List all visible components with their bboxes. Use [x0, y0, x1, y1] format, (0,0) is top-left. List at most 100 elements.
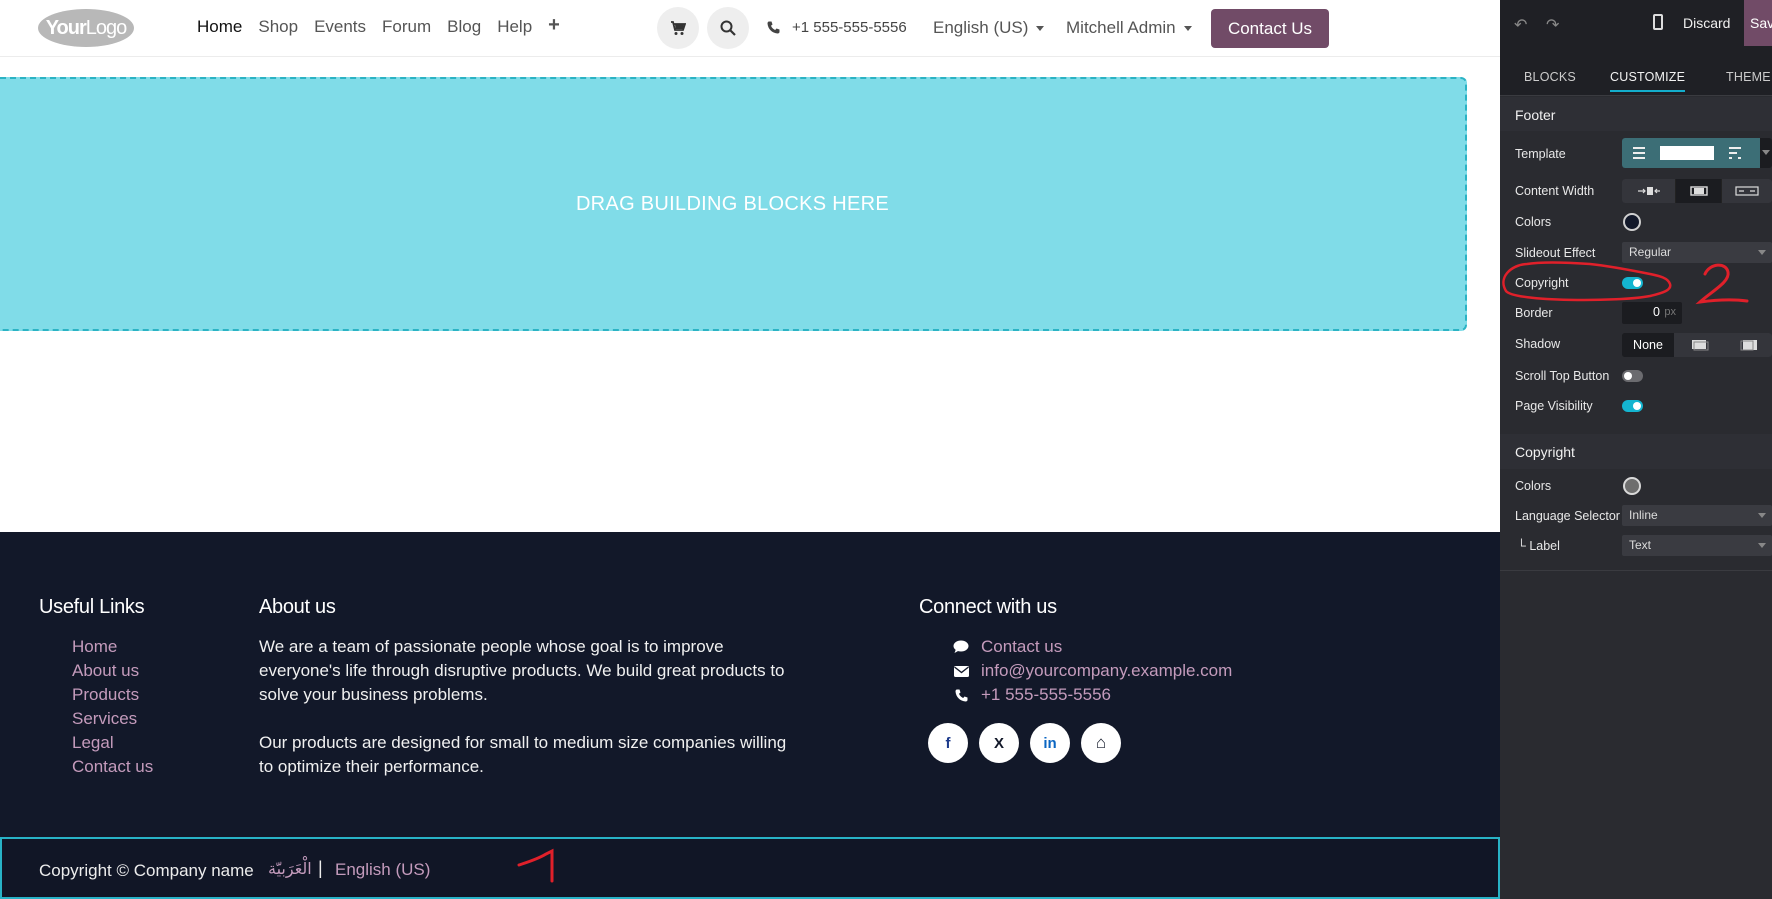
chevron-down-icon — [1758, 513, 1766, 518]
language-dropdown[interactable]: English (US) — [933, 18, 1045, 38]
about-title: About us — [259, 596, 336, 618]
header-phone[interactable]: +1 555-555-5556 — [767, 19, 907, 36]
label-option-select[interactable]: Text — [1622, 535, 1772, 556]
logo-rest: Logo — [85, 16, 127, 39]
discard-button[interactable]: Discard — [1683, 15, 1730, 31]
facebook-icon[interactable]: f — [928, 723, 968, 763]
scroll-top-toggle[interactable] — [1622, 370, 1643, 382]
language-selector-select[interactable]: Inline — [1622, 505, 1772, 526]
footer-link-products[interactable]: Products — [72, 683, 153, 707]
nav-blog[interactable]: Blog — [447, 17, 481, 37]
scroll-top-label: Scroll Top Button — [1515, 369, 1610, 383]
shadow-small-option[interactable] — [1674, 333, 1726, 357]
page-visibility-label: Page Visibility — [1515, 399, 1593, 413]
nav-shop[interactable]: Shop — [258, 17, 298, 37]
chevron-down-icon[interactable] — [1762, 150, 1770, 155]
useful-links-title: Useful Links — [39, 596, 145, 618]
width-full-option[interactable] — [1722, 179, 1772, 203]
connect-email-link[interactable]: info@yourcompany.example.com — [981, 659, 1232, 683]
chevron-down-icon — [1758, 543, 1766, 548]
shadow-selector[interactable]: None — [1622, 333, 1772, 357]
language-english-link[interactable]: English (US) — [335, 860, 430, 880]
chevron-down-icon — [1183, 26, 1192, 32]
chat-icon — [953, 640, 969, 654]
tab-customize[interactable]: CUSTOMIZE — [1610, 70, 1686, 92]
social-links: f X in ⌂ — [919, 723, 1232, 763]
connect-phone-link[interactable]: +1 555-555-5556 — [981, 683, 1111, 707]
copyright-bar[interactable]: Copyright © Company name الْعَرَبيّة | E… — [0, 837, 1500, 899]
slideout-effect-select[interactable]: Regular — [1622, 242, 1772, 263]
panel-empty-area — [1500, 570, 1772, 899]
tab-blocks[interactable]: BLOCKS — [1524, 70, 1576, 84]
content-width-label: Content Width — [1515, 184, 1595, 198]
footer-link-contact[interactable]: Contact us — [72, 755, 153, 779]
full-width-icon — [1735, 186, 1759, 196]
template-selector[interactable] — [1622, 138, 1772, 168]
slideout-effect-value: Regular — [1629, 245, 1672, 259]
redo-icon[interactable]: ↷ — [1546, 15, 1559, 35]
cart-button[interactable] — [657, 7, 699, 49]
chevron-down-icon — [1758, 250, 1766, 255]
page-visibility-toggle[interactable] — [1622, 400, 1643, 412]
nav-forum[interactable]: Forum — [382, 17, 431, 37]
copyright-toggle[interactable] — [1622, 277, 1643, 289]
border-width-input[interactable]: 0 px — [1622, 302, 1682, 324]
footer-colors-label: Colors — [1515, 215, 1552, 229]
search-button[interactable] — [707, 7, 749, 49]
nav-events[interactable]: Events — [314, 17, 366, 37]
nav-home[interactable]: Home — [197, 17, 242, 37]
phone-icon — [767, 21, 780, 34]
tab-theme[interactable]: THEME — [1726, 70, 1771, 84]
user-menu[interactable]: Mitchell Admin — [1066, 18, 1192, 38]
connect-email-row[interactable]: info@yourcompany.example.com — [919, 659, 1232, 683]
drop-zone[interactable]: DRAG BUILDING BLOCKS HERE — [0, 77, 1467, 331]
undo-icon[interactable]: ↶ — [1514, 15, 1527, 35]
footer-color-swatch[interactable] — [1623, 213, 1641, 231]
label-option-value: Text — [1629, 538, 1652, 552]
save-button[interactable]: Save — [1744, 0, 1772, 46]
header-phone-text: +1 555-555-5556 — [792, 19, 907, 36]
mobile-preview-icon[interactable] — [1653, 14, 1663, 30]
border-label: Border — [1515, 306, 1553, 320]
copyright-text: Copyright © Company name — [39, 861, 254, 880]
nav-help[interactable]: Help — [497, 17, 532, 37]
contact-us-button[interactable]: Contact Us — [1211, 9, 1329, 48]
x-twitter-icon[interactable]: X — [979, 723, 1019, 763]
border-unit: px — [1664, 306, 1676, 318]
language-separator: | — [318, 858, 323, 878]
site-logo[interactable]: YourLogo — [38, 9, 134, 47]
language-dropdown-label: English (US) — [933, 18, 1029, 37]
footer-link-services[interactable]: Services — [72, 707, 153, 731]
site-header: YourLogo Home Shop Events Forum Blog Hel… — [0, 0, 1500, 57]
width-regular-option[interactable] — [1676, 179, 1722, 203]
shadow-none-option[interactable]: None — [1622, 333, 1674, 357]
width-small-option[interactable] — [1622, 179, 1676, 203]
chevron-down-icon — [1036, 26, 1045, 32]
shadow-large-option[interactable] — [1726, 333, 1772, 357]
connect-column: Connect with us Contact us info@yourcomp… — [919, 596, 1232, 763]
language-arabic-link[interactable]: الْعَرَبيّة — [268, 859, 312, 878]
list-lines-icon — [1729, 147, 1741, 159]
about-paragraph-1: We are a team of passionate people whose… — [259, 637, 785, 704]
add-menu-item-icon[interactable]: + — [548, 14, 560, 37]
copyright-section-title[interactable]: Copyright — [1500, 434, 1772, 469]
footer-link-legal[interactable]: Legal — [72, 731, 153, 755]
connect-contact-link[interactable]: Contact us — [981, 635, 1062, 659]
connect-phone-row[interactable]: +1 555-555-5556 — [919, 683, 1232, 707]
connect-title: Connect with us — [919, 596, 1057, 618]
shadow-label: Shadow — [1515, 337, 1561, 351]
connect-contact-row[interactable]: Contact us — [919, 635, 1232, 659]
linkedin-icon[interactable]: in — [1030, 723, 1070, 763]
main-nav: Home Shop Events Forum Blog Help + — [197, 14, 560, 37]
footer-link-home[interactable]: Home — [72, 635, 153, 659]
about-paragraph-2: Our products are designed for small to m… — [259, 733, 787, 776]
language-selector-value: Inline — [1629, 508, 1658, 522]
panel-toolbar: ↶ ↷ Discard Save — [1500, 0, 1772, 46]
template-option-selected[interactable] — [1622, 138, 1760, 168]
footer-link-about[interactable]: About us — [72, 659, 153, 683]
label-option-label: └ Label — [1517, 539, 1560, 553]
copyright-color-swatch[interactable] — [1623, 477, 1641, 495]
home-icon[interactable]: ⌂ — [1081, 723, 1121, 763]
footer-section-title[interactable]: Footer — [1500, 97, 1772, 131]
content-width-selector[interactable] — [1622, 179, 1772, 203]
